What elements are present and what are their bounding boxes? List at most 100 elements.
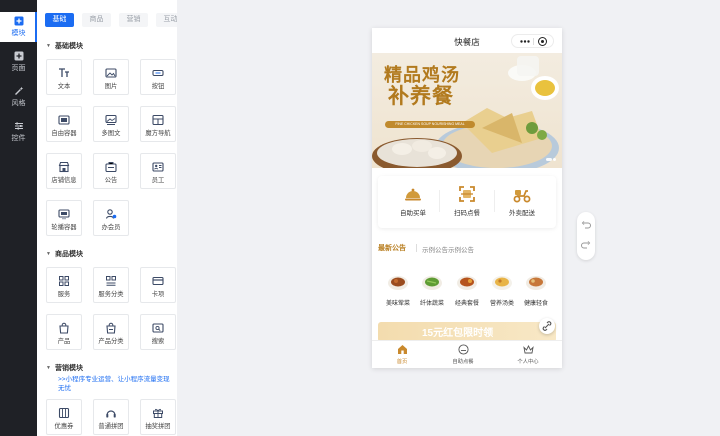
- rail-item-label: 模块: [11, 30, 26, 37]
- component-member[interactable]: 办会员: [93, 200, 129, 236]
- component-label: 店铺信息: [51, 177, 77, 184]
- section-title-basic[interactable]: ▼ 基础模块: [46, 41, 83, 51]
- coupon-icon: [58, 407, 70, 419]
- mini-program-navbar: 快餐店: [372, 28, 562, 53]
- multi-image-icon: [105, 114, 117, 125]
- service-entry-card: 自助买单 扫码点餐 外卖配送: [378, 176, 556, 228]
- component-image[interactable]: 图片: [93, 59, 129, 95]
- category-light-meal[interactable]: 健康轻食: [517, 270, 555, 307]
- section-title-goods[interactable]: ▼ 商品模块: [46, 249, 83, 259]
- component-card-item[interactable]: 卡项: [140, 267, 176, 303]
- tabbar-label: 首页: [396, 359, 408, 365]
- component-label: 服务分类: [98, 291, 124, 298]
- tabbar-label: 个人中心: [517, 359, 539, 365]
- notice-tag: 最新公告: [378, 245, 406, 252]
- card-icon: [152, 276, 164, 286]
- component-label: 搜索: [151, 338, 165, 345]
- section-title-marketing[interactable]: ▼ 营销模块: [46, 363, 83, 373]
- component-product-category[interactable]: 产品分类: [93, 314, 129, 350]
- banner-title-line2: 补养餐: [388, 83, 454, 108]
- more-dots-icon[interactable]: [520, 40, 530, 43]
- rail-item-label: 风格: [11, 100, 26, 107]
- store-icon: [58, 161, 70, 173]
- tabbar-home[interactable]: 首页: [372, 344, 432, 365]
- component-store-info[interactable]: 店铺信息: [46, 153, 82, 189]
- tab-basic[interactable]: 基础: [45, 13, 74, 27]
- notice-bar[interactable]: 最新公告 示例公告示例公告: [378, 240, 556, 256]
- capsule-menu[interactable]: [511, 34, 554, 48]
- component-notice[interactable]: 公告: [93, 153, 129, 189]
- component-group-buy[interactable]: 普通拼团: [93, 399, 129, 435]
- marketing-promo-link[interactable]: >>小程序专业运营、让小程序流量变现无忧: [58, 375, 176, 393]
- component-button[interactable]: 按钮: [140, 59, 176, 95]
- rail-item-page[interactable]: 页面: [0, 47, 37, 77]
- component-panel: 基础 商品 营销 互动 ▼ 基础模块 文本 图片 按钮 自由容器 多图文 魔方导航…: [37, 0, 177, 436]
- soup-icon: [492, 276, 512, 290]
- plus-square-icon: [14, 51, 23, 61]
- link-icon: [542, 321, 552, 331]
- service-label: 自助买单: [400, 210, 426, 217]
- service-scan-order[interactable]: 扫码点餐: [442, 184, 492, 217]
- component-label: 卡项: [151, 291, 165, 298]
- component-product[interactable]: 产品: [46, 314, 82, 350]
- service-delivery[interactable]: 外卖配送: [497, 184, 547, 217]
- rail-item-modules[interactable]: 模块: [0, 12, 37, 42]
- phone-preview: 快餐店 精品鸡汤 补养餐 FINE CHICKEN SOUP NOURISHIN…: [372, 28, 562, 368]
- section-title-text: 营销模块: [54, 365, 83, 372]
- component-staff[interactable]: 员工: [140, 153, 176, 189]
- component-coupon[interactable]: 优惠券: [46, 399, 82, 435]
- magic-wand-icon: [14, 86, 23, 95]
- service-label: 外卖配送: [509, 210, 535, 217]
- category-vegetable[interactable]: 纤体蔬菜: [413, 270, 451, 307]
- close-target-icon[interactable]: [538, 37, 547, 46]
- component-carousel-container[interactable]: 轮播容器: [46, 200, 82, 236]
- scooter-icon: [513, 190, 531, 203]
- category-combo[interactable]: 经典套餐: [448, 270, 486, 307]
- caret-down-icon: ▼: [46, 43, 51, 49]
- component-label: 普通拼团: [98, 423, 124, 430]
- component-label: 服务: [57, 291, 71, 298]
- component-lottery-group-buy[interactable]: 抽奖拼团: [140, 399, 176, 435]
- redo-icon[interactable]: [580, 240, 592, 252]
- banner-carousel[interactable]: 精品鸡汤 补养餐 FINE CHICKEN SOUP NOURISHING ME…: [372, 53, 562, 168]
- service-label: 扫码点餐: [454, 210, 480, 217]
- category-label: 美味荤菜: [385, 301, 410, 307]
- carousel-indicator[interactable]: [544, 156, 556, 163]
- grid-nav-icon: [152, 114, 164, 126]
- rail-item-style[interactable]: 风格: [0, 82, 37, 112]
- undo-icon[interactable]: [580, 220, 592, 232]
- component-cube-nav[interactable]: 魔方导航: [140, 106, 176, 142]
- service-category-icon: [106, 276, 116, 286]
- caret-down-icon: ▼: [46, 251, 51, 257]
- promo-banner[interactable]: 15元红包限时领: [378, 322, 556, 342]
- component-label: 抽奖拼团: [145, 423, 171, 430]
- component-search[interactable]: 搜索: [140, 314, 176, 350]
- container-icon: [58, 115, 70, 125]
- service-self-checkout[interactable]: 自助买单: [388, 184, 438, 217]
- component-label: 多图文: [101, 130, 121, 137]
- image-icon: [105, 68, 117, 78]
- edit-float-button[interactable]: [539, 318, 555, 334]
- tab-interaction[interactable]: 互动: [156, 13, 177, 27]
- history-controls: [577, 212, 595, 260]
- tab-goods[interactable]: 商品: [82, 13, 111, 27]
- component-label: 公告: [104, 177, 118, 184]
- tabbar-profile[interactable]: 个人中心: [498, 344, 558, 365]
- component-free-container[interactable]: 自由容器: [46, 106, 82, 142]
- tabbar-label: 自助点餐: [452, 359, 474, 365]
- category-meat[interactable]: 美味荤菜: [379, 270, 417, 307]
- component-service-category[interactable]: 服务分类: [93, 267, 129, 303]
- component-multi-image-text[interactable]: 多图文: [93, 106, 129, 142]
- tab-marketing[interactable]: 营销: [119, 13, 148, 27]
- component-service[interactable]: 服务: [46, 267, 82, 303]
- text-icon: [59, 68, 69, 77]
- component-text[interactable]: 文本: [46, 59, 82, 95]
- group-buy-icon: [106, 410, 116, 418]
- tabbar-self-order[interactable]: 自助点餐: [433, 344, 493, 365]
- light-meal-icon: [526, 276, 546, 290]
- component-label: 办会员: [101, 224, 121, 231]
- category-soup[interactable]: 营养汤类: [483, 270, 521, 307]
- notice-icon: [105, 162, 117, 173]
- rail-item-controls[interactable]: 控件: [0, 117, 37, 147]
- promo-text: 15元红包限时领: [422, 328, 494, 339]
